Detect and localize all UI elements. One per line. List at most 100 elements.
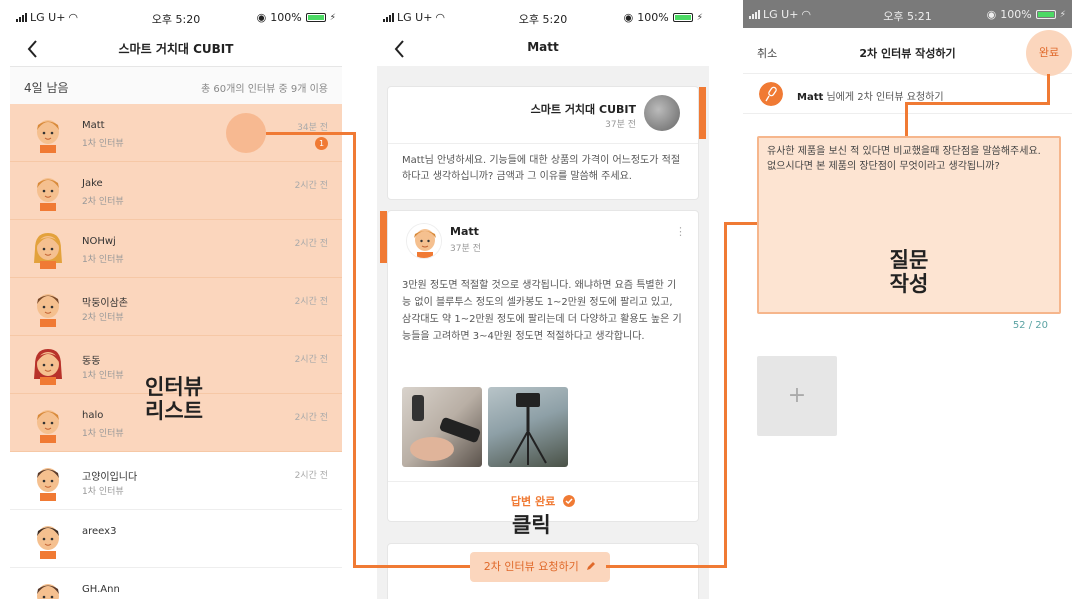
location-icon: ◉	[623, 11, 634, 24]
user-avatar-icon	[34, 233, 62, 269]
character-counter: 52 / 20	[1012, 320, 1048, 331]
list-item-time: 2시간 전	[294, 471, 328, 481]
flow-connector	[724, 222, 757, 225]
divider	[388, 481, 698, 482]
card-flag	[699, 87, 706, 139]
flow-connector	[266, 132, 354, 135]
list-item-name: NOHwj	[82, 236, 116, 247]
flow-connector	[606, 565, 726, 568]
user-avatar-icon	[37, 468, 59, 501]
list-item-time: 2시간 전	[294, 239, 328, 249]
card-flag	[380, 211, 387, 263]
answer-text: 3만원 정도면 적절할 것으로 생각됩니다. 왜냐하면 요즘 특별한 기능 없이…	[402, 280, 682, 342]
user-avatar-icon	[37, 410, 59, 443]
flow-connector	[905, 102, 908, 136]
list-item-name: areex3	[82, 526, 117, 537]
answer-author: Matt	[450, 225, 479, 238]
charging-icon: ⚡	[329, 12, 336, 23]
flow-connector	[905, 102, 1050, 105]
list-item-round: 1차 인터뷰	[82, 139, 124, 149]
charging-icon: ⚡	[696, 12, 703, 23]
product-photo	[644, 95, 680, 131]
list-item[interactable]: areex3	[10, 510, 342, 568]
list-item-name: 막둥이삼촌	[82, 298, 128, 309]
list-item-name: 고양이입니다	[82, 472, 138, 483]
list-item-name: Matt	[82, 120, 105, 131]
user-avatar-icon	[37, 178, 59, 211]
done-button[interactable]: 완료	[1026, 30, 1072, 76]
answer-complete-status: 답변 완료	[388, 493, 698, 509]
annotation-label: 인터뷰 리스트	[145, 375, 203, 424]
user-avatar-icon	[37, 584, 59, 599]
divider	[388, 143, 698, 144]
status-bar: LG U+ ◠ 오후 5:20 ◉ 100% ⚡	[10, 0, 342, 34]
modal-title: 2차 인터뷰 작성하기	[859, 47, 956, 60]
selfie-stick-photo-icon	[410, 395, 481, 461]
question-input-text: 유사한 제품을 보신 적 있다면 비교했을때 장단점을 말씀해주세요. 없으시다…	[767, 146, 1041, 172]
flow-connector	[724, 222, 727, 568]
request-target-text: Matt 님에게 2차 인터뷰 요청하기	[797, 92, 944, 103]
battery-icon	[672, 13, 693, 22]
location-icon: ◉	[986, 8, 997, 21]
tripod-photo-icon	[509, 393, 547, 465]
page-title: Matt	[527, 40, 559, 54]
avatar	[406, 223, 442, 259]
charging-icon: ⚡	[1059, 9, 1066, 20]
question-input[interactable]: 유사한 제품을 보신 적 있다면 비교했을때 장단점을 말씀해주세요. 없으시다…	[757, 136, 1061, 314]
flow-connector	[353, 565, 470, 568]
user-avatar-icon	[37, 294, 59, 327]
list-item-time: 2시간 전	[294, 355, 328, 365]
list-item[interactable]: GH.Ann	[10, 568, 342, 599]
check-circle-icon	[563, 495, 576, 507]
list-item-name: halo	[82, 410, 104, 421]
more-options-icon[interactable]: ⋮	[675, 225, 686, 238]
answer-card: Matt 37분 전 ⋮ 3만원 정도면 적절할 것으로 생각됩니다. 왜냐하면…	[380, 210, 699, 522]
list-item-name: 동동	[82, 356, 101, 367]
annotation-label: 클릭	[512, 513, 551, 537]
user-avatar-icon	[34, 349, 62, 385]
question-card-time: 37분 전	[605, 120, 636, 130]
list-item[interactable]: NOHwj 1차 인터뷰 2시간 전	[10, 220, 342, 278]
interview-mic-icon	[759, 82, 783, 106]
remaining-summary: 4일 남음 총 60개의 인터뷰 중 9개 이용	[10, 66, 342, 104]
nav-bar: 스마트 거치대 CUBIT	[10, 34, 342, 66]
list-item-round: 1차 인터뷰	[82, 255, 124, 265]
user-avatar-icon	[407, 224, 441, 258]
usage-count: 총 60개의 인터뷰 중 9개 이용	[201, 84, 328, 95]
storyboard: LG U+ ◠ 오후 5:20 ◉ 100% ⚡ 스마트 거치대 CUBIT 4…	[0, 0, 1072, 599]
answer-photo[interactable]	[488, 387, 568, 467]
battery-percent: 100%	[1000, 8, 1032, 21]
request-second-interview-button[interactable]: 2차 인터뷰 요청하기	[470, 552, 610, 582]
status-bar: LG U+ ◠ 오후 5:21 ◉ 100% ⚡	[743, 0, 1072, 28]
pencil-icon	[587, 562, 596, 570]
status-bar: LG U+ ◠ 오후 5:20 ◉ 100% ⚡	[377, 0, 709, 34]
interview-detail-screen: LG U+ ◠ 오후 5:20 ◉ 100% ⚡ Matt 스마트 거치대 CU…	[377, 0, 709, 599]
list-item-round: 1차 인터뷰	[82, 429, 124, 439]
annotation-label: 질문 작성	[889, 248, 929, 297]
answer-photo[interactable]	[402, 387, 482, 467]
list-item-round: 1차 인터뷰	[82, 487, 124, 497]
list-item[interactable]: 막둥이삼촌 2차 인터뷰 2시간 전	[10, 278, 342, 336]
add-photo-button[interactable]: +	[757, 356, 837, 436]
battery-icon	[305, 13, 326, 22]
list-item-round: 2차 인터뷰	[82, 313, 124, 323]
interview-list: Matt 1차 인터뷰 34분 전 1 Jake 2차 인터뷰 2시간 전 NOHwj 1차 인…	[10, 104, 342, 599]
question-card: 스마트 거치대 CUBIT 37분 전 Matt님 안녕하세요. 기능들에 대한…	[387, 86, 706, 200]
user-avatar-icon	[37, 120, 59, 153]
unread-badge: 1	[315, 137, 328, 150]
list-item-round: 1차 인터뷰	[82, 371, 124, 381]
list-item-name: GH.Ann	[82, 584, 120, 595]
list-item[interactable]: 고양이입니다 1차 인터뷰 2시간 전	[10, 452, 342, 510]
list-item-time: 2시간 전	[294, 297, 328, 307]
location-icon: ◉	[256, 11, 267, 24]
list-item[interactable]: Jake 2차 인터뷰 2시간 전	[10, 162, 342, 220]
interview-list-screen: LG U+ ◠ 오후 5:20 ◉ 100% ⚡ 스마트 거치대 CUBIT 4…	[10, 0, 342, 599]
question-text: Matt님 안녕하세요. 기능들에 대한 상품의 가격이 어느정도가 적절하다고…	[402, 155, 681, 182]
page-title: 스마트 거치대 CUBIT	[118, 42, 234, 56]
remaining-days: 4일 남음	[24, 81, 69, 95]
list-item-round: 2차 인터뷰	[82, 197, 124, 207]
nav-bar: Matt	[377, 34, 709, 66]
flow-connector	[353, 132, 356, 568]
tap-indicator	[226, 113, 266, 153]
list-item-time: 2시간 전	[294, 413, 328, 423]
